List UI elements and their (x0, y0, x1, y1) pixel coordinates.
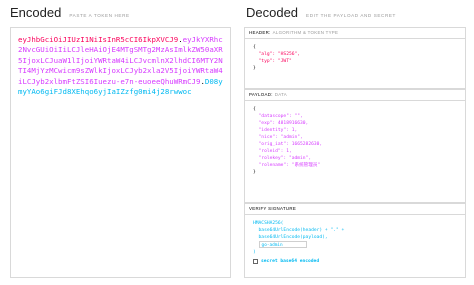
json-line: "identity": 1, (253, 128, 298, 133)
secret-input[interactable]: go-admin (258, 241, 307, 248)
encoded-subtitle: PASTE A TOKEN HERE (69, 13, 130, 18)
json-line: "roleid": 1, (253, 149, 292, 154)
json-line: { (253, 45, 256, 50)
json-line: } (253, 170, 256, 175)
header-panel: HEADER: ALGORITHM & TOKEN TYPE { "alg": "… (244, 27, 466, 89)
json-line: "rolekey": "admin", (253, 156, 312, 161)
decoded-header: Decoded EDIT THE PAYLOAD AND SECRET (246, 5, 396, 20)
json-line: "orig_iat": 1665282630, (253, 142, 323, 147)
verify-signature-panel: VERIFY SIGNATURE HMACSHA256( base64UrlEn… (244, 203, 466, 278)
verify-line: HMACSHA256( (253, 221, 284, 226)
verify-line: ) (253, 250, 256, 255)
header-json-editor[interactable]: { "alg": "HS256", "typ": "JWT" } (245, 39, 465, 77)
json-line: "rolename": "系统管理员" (253, 163, 321, 168)
token-signature-line: IaIZzfg0mi4j28rwwoc (107, 87, 192, 97)
token-header-part: eyJhbGciOiJIUzI1NiIsInR5cCI6IkpXVCJ9 (18, 35, 179, 44)
header-panel-label-muted: ALGORITHM & TOKEN TYPE (272, 30, 339, 35)
json-line: "nice": "admin", (253, 135, 303, 140)
json-line: "exp": 4818916630, (253, 121, 309, 126)
token-payload-line: FtZSI6Iuezu-e7n- (66, 76, 139, 86)
verify-panel-title: VERIFY SIGNATURE (245, 204, 465, 215)
encoded-header: Encoded PASTE A TOKEN HERE (10, 5, 130, 20)
decoded-title: Decoded (246, 5, 299, 20)
encoded-title: Encoded (10, 5, 62, 20)
jwt-debugger: Encoded PASTE A TOKEN HERE Decoded EDIT … (0, 0, 474, 285)
secret-base64-label: secret base64 encoded (261, 259, 320, 264)
token-payload-line: euoeeQhuWRmCJ9 (138, 76, 201, 86)
json-line: { (253, 107, 256, 112)
decoded-subtitle: EDIT THE PAYLOAD AND SECRET (306, 13, 396, 18)
payload-panel-label: PAYLOAD: (249, 92, 273, 97)
encoded-token-input[interactable]: eyJhbGciOiJIUzI1NiIsInR5cCI6IkpXVCJ9.eyJ… (10, 27, 231, 278)
secret-base64-checkbox[interactable] (253, 259, 258, 264)
json-line: "datascope": "", (253, 114, 303, 119)
encoded-token-text[interactable]: eyJhbGciOiJIUzI1NiIsInR5cCI6IkpXVCJ9.eyJ… (18, 35, 223, 97)
json-line: "typ": "JWT" (253, 59, 292, 64)
verify-signature-body: HMACSHA256( base64UrlEncode(header) + ".… (245, 215, 465, 270)
verify-line: base64UrlEncode(payload), (253, 235, 328, 240)
header-panel-title: HEADER: ALGORITHM & TOKEN TYPE (245, 28, 465, 39)
verify-line: base64UrlEncode(header) + "." + (253, 228, 345, 233)
decoded-panels: HEADER: ALGORITHM & TOKEN TYPE { "alg": "… (244, 27, 466, 278)
secret-line: go-admin (253, 241, 457, 249)
payload-json-editor[interactable]: { "datascope": "", "exp": 4818916630, "i… (245, 101, 465, 181)
json-line: } (253, 66, 256, 71)
payload-panel-title: PAYLOAD: DATA (245, 90, 465, 101)
secret-base64-option[interactable]: secret base64 encoded (253, 258, 457, 265)
payload-panel: PAYLOAD: DATA { "datascope": "", "exp": 4… (244, 89, 466, 203)
payload-panel-label-muted: DATA (274, 92, 287, 97)
verify-panel-label: VERIFY SIGNATURE (249, 206, 297, 211)
header-panel-label: HEADER: (249, 30, 271, 35)
json-line: "alg": "HS256", (253, 52, 301, 57)
